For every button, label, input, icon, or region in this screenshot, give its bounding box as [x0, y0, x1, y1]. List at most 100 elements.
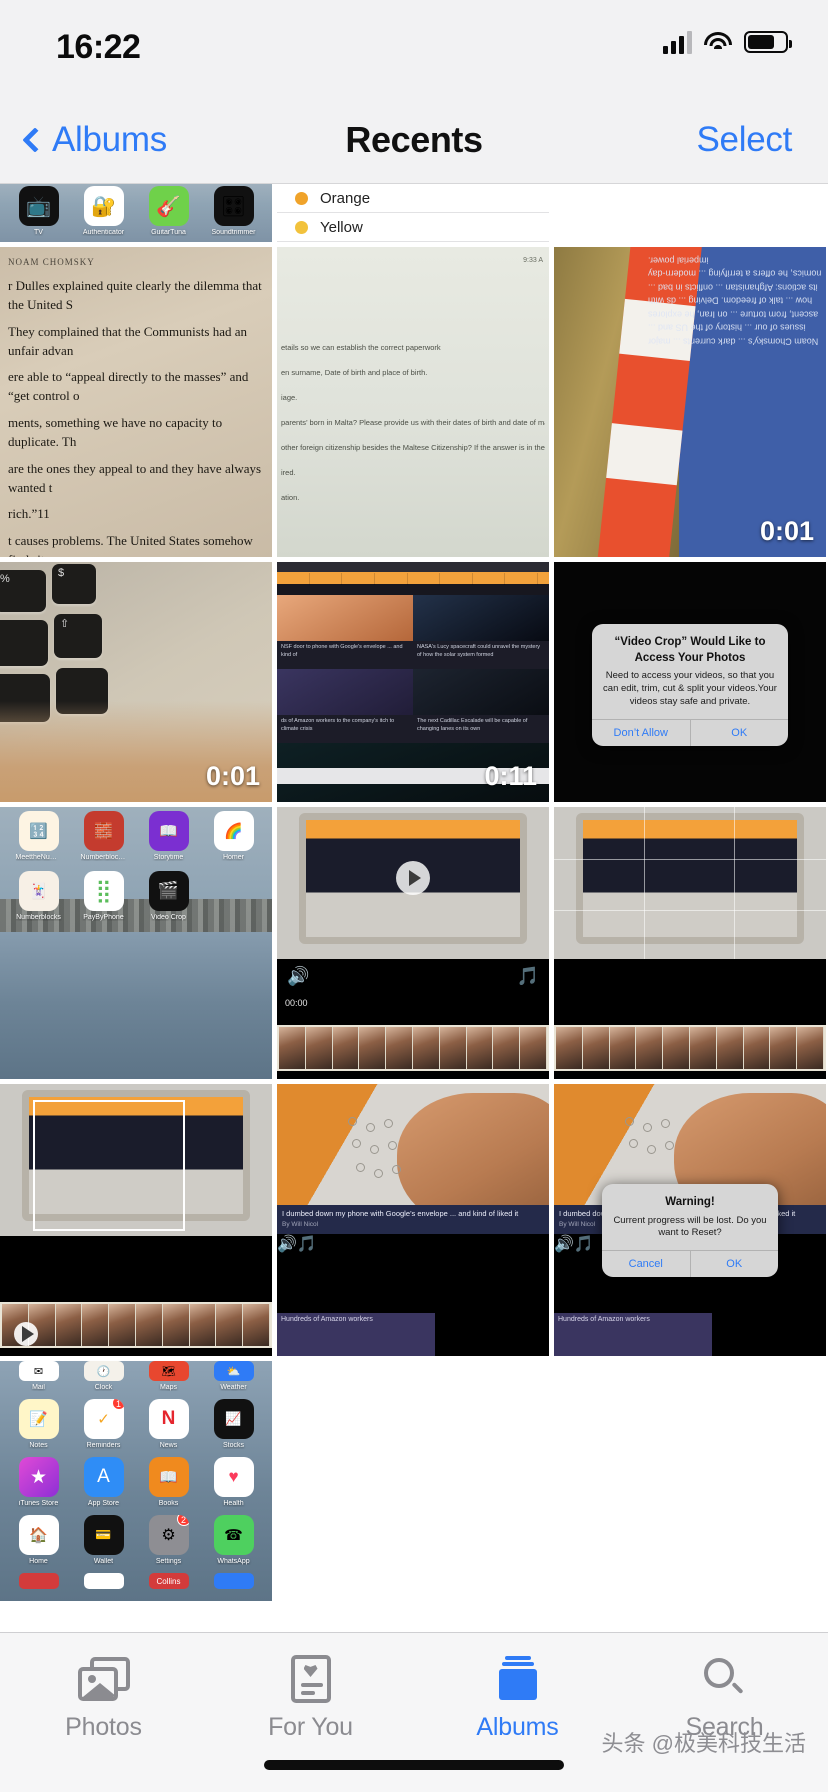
video-duration-badge: 0:01	[760, 516, 814, 547]
grid-cell-braille-hands-editor[interactable]: I dumbed down my phone with Google’s env…	[277, 1084, 549, 1356]
ok-button[interactable]: OK	[690, 720, 789, 746]
timecode-label: 00:00	[285, 998, 308, 1008]
app-label: News	[146, 1442, 192, 1449]
grid-cell-color-list[interactable]: Orange Yellow	[277, 184, 549, 242]
app-label: Home	[16, 1558, 62, 1565]
app-label: Reminders	[81, 1442, 127, 1449]
albums-icon	[414, 1651, 621, 1707]
home-app-spacer	[211, 871, 257, 921]
color-label: Orange	[320, 190, 370, 207]
video-duration-badge: 0:11	[484, 761, 537, 792]
grid-cell-crop-frame[interactable]	[0, 1084, 272, 1356]
grid-cell-partial-blank[interactable]	[554, 184, 826, 242]
home-app-icon: 🔢MeettheNumbe...	[16, 811, 62, 861]
warning-alert-dialog[interactable]: Warning! Current progress will be lost. …	[602, 1184, 778, 1277]
dont-allow-button[interactable]: Don’t Allow	[592, 720, 690, 746]
music-add-icon[interactable]: 🎵	[574, 1236, 594, 1253]
app-label: iTunes Store	[16, 1500, 62, 1507]
doc-line: iage.	[281, 393, 545, 402]
filmstrip-timeline[interactable]	[277, 1025, 549, 1071]
grid-cell-keyboard[interactable]: % $ ⇧ 0:01	[0, 562, 272, 802]
doc-timestamp: 9:33 A	[523, 257, 543, 264]
back-button-label: Albums	[52, 120, 167, 160]
navigation-bar: Albums Recents Select	[0, 96, 828, 184]
grid-cell-warning-dialog[interactable]: I dumbed down my phone with Google’s env…	[554, 1084, 826, 1356]
app-label: Storytime	[146, 854, 192, 861]
grid-row: % $ ⇧ 0:01 NSF door to phone with Google…	[0, 562, 828, 802]
volume-icon[interactable]: 🔊	[277, 1236, 297, 1253]
photo-grid[interactable]: 📺TV 🔐Authenticator 🎸GuitarTuna 🎛Soundtri…	[0, 184, 828, 1632]
home-app-icon: 📖Books	[146, 1457, 192, 1507]
home-app-icon: ★iTunes Store	[16, 1457, 62, 1507]
search-icon	[621, 1651, 828, 1707]
grid-cell-partial-home[interactable]: 📺TV 🔐Authenticator 🎸GuitarTuna 🎛Soundtri…	[0, 184, 272, 242]
cancel-button[interactable]: Cancel	[602, 1251, 690, 1277]
volume-icon[interactable]: 🔊	[554, 1236, 574, 1253]
for-you-icon	[207, 1651, 414, 1707]
notification-badge: 1	[112, 1399, 124, 1410]
notification-badge: 2	[177, 1515, 189, 1526]
grid-cell-home-screen[interactable]: 🔢MeettheNumbe... 🧱Numberblocks... 📖Story…	[0, 807, 272, 1079]
secondary-caption: Hundreds of Amazon workers	[554, 1313, 712, 1356]
app-label: App Store	[81, 1500, 127, 1507]
book-line: ere able to “appeal directly to the mass…	[8, 368, 264, 406]
book-line: They complained that the Communists had …	[8, 323, 264, 361]
grid-cell-permission-dialog[interactable]: “Video Crop” Would Like to Access Your P…	[554, 562, 826, 802]
watermark: 头条 @极美科技生活	[602, 1726, 806, 1758]
volume-icon[interactable]: 🔊	[287, 966, 309, 987]
color-list-item[interactable]: Yellow	[277, 213, 549, 242]
app-label: Settings	[146, 1558, 192, 1565]
home-indicator[interactable]	[264, 1760, 564, 1770]
battery-icon	[744, 31, 788, 53]
grid-cell-video-editor-crop[interactable]	[554, 807, 826, 1079]
app-label: Wallet	[81, 1558, 127, 1565]
home-app-icon	[16, 1573, 62, 1589]
grid-cell-web-article[interactable]: NSF door to phone with Google's envelope…	[277, 562, 549, 802]
video-crop-app-icon: 🎬Video Crop	[146, 871, 192, 921]
ok-button[interactable]: OK	[690, 1251, 779, 1277]
grid-cell-document-screen[interactable]: 9:33 A etails so we can establish the co…	[277, 247, 549, 557]
home-app-icon: 🏠Home	[16, 1515, 62, 1565]
filmstrip-timeline[interactable]	[554, 1025, 826, 1071]
grid-row-partial: 📺TV 🔐Authenticator 🎸GuitarTuna 🎛Soundtri…	[0, 184, 828, 242]
video-duration-badge: 0:01	[206, 761, 260, 792]
book-header: NOAM CHOMSKY	[8, 257, 264, 267]
filmstrip-timeline[interactable]	[0, 1302, 272, 1348]
music-add-icon[interactable]: 🎵	[297, 1236, 317, 1253]
book-line: are the ones they appeal to and they hav…	[8, 460, 264, 498]
tab-photos[interactable]: Photos	[0, 1651, 207, 1742]
grid-cell-book-page[interactable]: NOAM CHOMSKY r Dulles explained quite cl…	[0, 247, 272, 557]
color-list: Orange Yellow	[277, 184, 549, 242]
doc-line: parents’ born in Malta? Please provide u…	[281, 418, 545, 427]
app-label: WhatsApp	[211, 1558, 257, 1565]
water-background	[0, 910, 272, 1079]
grid-cell-empty	[554, 1361, 826, 1601]
select-button[interactable]: Select	[697, 120, 792, 160]
app-label: Clock	[81, 1384, 127, 1391]
home-app-icon: AApp Store	[81, 1457, 127, 1507]
color-label: Yellow	[320, 219, 363, 236]
play-button-icon[interactable]	[396, 861, 430, 895]
tab-for-you[interactable]: For You	[207, 1651, 414, 1742]
color-list-item[interactable]: Orange	[277, 184, 549, 213]
app-label: Mail	[16, 1384, 62, 1391]
status-bar-indicators	[663, 30, 788, 54]
home-app-icon	[81, 1573, 127, 1589]
app-label: Numberblocks	[16, 914, 62, 921]
grid-cell-video-editor[interactable]: 🔊 🎵 00:00	[277, 807, 549, 1079]
tab-label: Photos	[0, 1713, 207, 1742]
grid-cell-home-screen-apps[interactable]: ✉Mail 🕐Clock 🗺Maps ⛅Weather 📝Notes ✓1Rem…	[0, 1361, 272, 1601]
tab-albums[interactable]: Albums	[414, 1651, 621, 1742]
app-label: Notes	[16, 1442, 62, 1449]
book-line: t causes problems. The United States som…	[8, 532, 264, 557]
permission-alert-dialog[interactable]: “Video Crop” Would Like to Access Your P…	[592, 624, 788, 746]
music-add-icon[interactable]: 🎵	[517, 966, 539, 987]
home-app-icon: ⛅Weather	[211, 1361, 257, 1391]
play-button-icon[interactable]	[14, 1322, 38, 1346]
grid-cell-blue-book[interactable]: Noam Chomsky's ... dark currents ... maj…	[554, 247, 826, 557]
home-app-icon	[211, 1573, 257, 1589]
alert-message: Need to access your videos, so that you …	[602, 670, 778, 709]
back-button[interactable]: Albums	[26, 120, 167, 160]
crop-frame-handles[interactable]	[33, 1100, 185, 1231]
grid-row: ✉Mail 🕐Clock 🗺Maps ⛅Weather 📝Notes ✓1Rem…	[0, 1361, 828, 1601]
